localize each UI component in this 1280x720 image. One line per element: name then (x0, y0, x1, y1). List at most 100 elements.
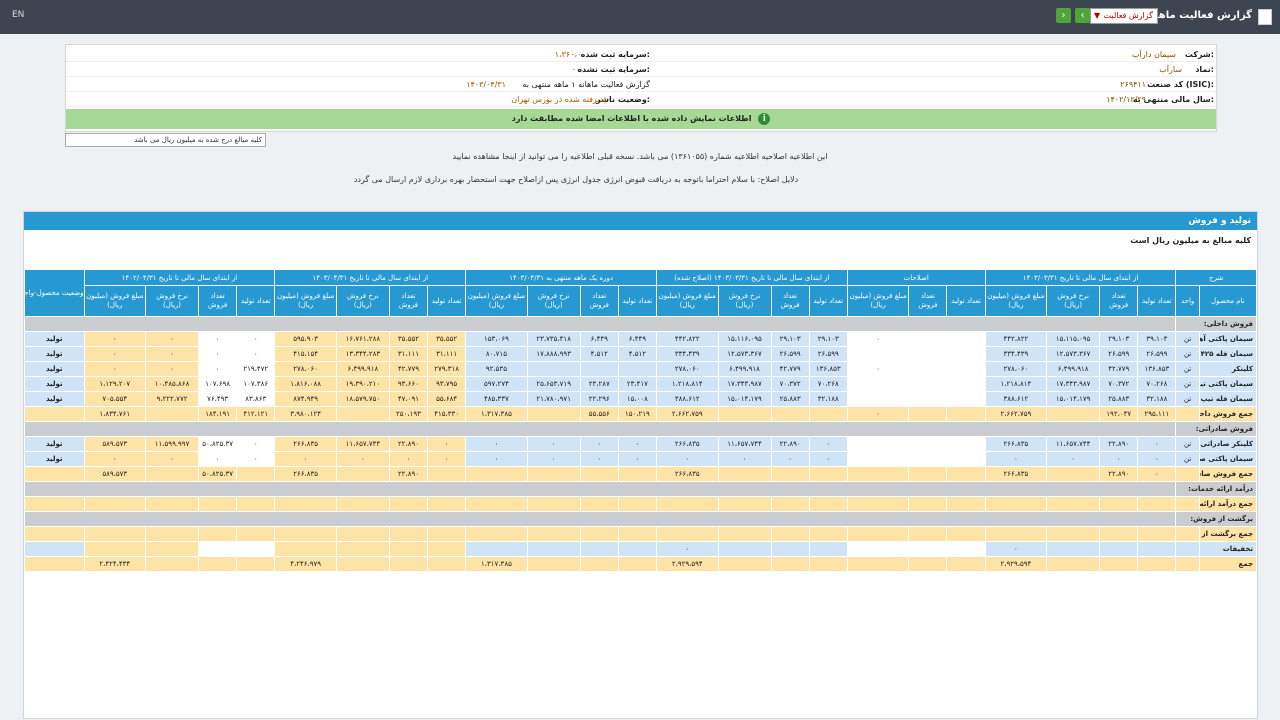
table-cell: ۰ (808, 451, 848, 467)
table-cell (717, 541, 772, 557)
column-header: تعداد تولید (617, 285, 657, 317)
column-header: تعداد تولید (236, 285, 276, 317)
table-cell: ۰ (617, 451, 657, 467)
amendment-note[interactable]: این اطلاعیه اصلاحیه اطلاعیه شماره (۱۳۶۱۰… (290, 152, 990, 161)
table-cell: ۱۷،۸۸۸،۹۹۳ (526, 346, 581, 362)
table-cell: ۱۰،۴۸۵،۸۶۸ (145, 376, 200, 392)
column-header: نرخ فروش (ریال) (1046, 285, 1101, 317)
table-cell (908, 466, 948, 482)
table-cell: ۴۷،۰۹۱ (388, 391, 429, 407)
group-header: از ابتدای سال مالی تا تاریخ ۱۴۰۲/۰۴/۳۱ (83, 269, 276, 286)
company-value[interactable]: سیمان دارآب (1132, 50, 1176, 59)
language-toggle[interactable]: EN (12, 10, 24, 20)
table-cell: ۲۲،۸۹۰ (388, 436, 429, 452)
table-cell: تولید (24, 391, 85, 407)
table-cell (24, 541, 85, 557)
row-label: تخفیفات (1198, 541, 1258, 557)
table-cell (579, 556, 619, 572)
table-cell (908, 331, 948, 347)
table-cell: ۰ (236, 346, 276, 362)
column-header: نرخ فروش (ریال) (526, 285, 581, 317)
symbol-value[interactable]: سارآب (1159, 65, 1182, 74)
table-row: سیمان پاکتی آهکیتن۳۹،۱۰۳۲۹،۱۰۳۱۵،۱۱۵،۰۹۵… (24, 331, 1258, 347)
table-cell: ۳۲،۱۸۸ (808, 391, 848, 407)
table-cell: تن (1175, 376, 1200, 392)
table-cell (388, 541, 429, 557)
table-cell: ۰ (1099, 451, 1139, 467)
table-cell: تولید (24, 331, 85, 347)
table-cell: ۵۹۷،۲۷۴ (465, 376, 528, 392)
table-cell: ۰ (236, 451, 276, 467)
table-cell: ۰ (579, 451, 619, 467)
table-cell (808, 466, 848, 482)
table-cell: ۱،۳۱۷،۳۸۵ (465, 556, 528, 572)
table-cell: ۰ (465, 436, 528, 452)
row-label: جمع فروش داخلی (1198, 406, 1258, 422)
table-cell: ۲،۴۲۴،۴۳۴ (83, 556, 147, 572)
table-cell: ۲۱۹،۴۷۲ (236, 361, 276, 377)
table-cell: ۰ (526, 436, 581, 452)
table-cell (908, 436, 948, 452)
table-cell: ۵۸۹،۵۷۳ (83, 466, 147, 482)
table-cell (770, 496, 810, 512)
table-cell: ۲۲،۸۹۰ (1099, 436, 1139, 452)
table-cell (908, 541, 948, 557)
table-cell: ۲۹،۱۰۳ (1099, 331, 1139, 347)
table-cell: ۴،۵۱۲ (617, 346, 657, 362)
table-cell (579, 496, 619, 512)
table-cell (274, 541, 337, 557)
table-cell (908, 526, 948, 542)
table-row: کلینکر صادراتی تن ۰ ۲۲،۸۹۰ ۱۱،۶۵۷،۷۴۴ ۲۶۶،۸۳۵… (24, 436, 1258, 452)
table-cell (579, 361, 619, 377)
table-cell (808, 556, 848, 572)
table-cell: ۲۶۶،۸۳۵ (274, 436, 337, 452)
table-cell (617, 526, 657, 542)
table-cell (335, 406, 390, 422)
column-header: نرخ فروش (ریال) (145, 285, 200, 317)
table-cell: تن (1175, 331, 1200, 347)
table-cell: ۰ (808, 436, 848, 452)
table-cell (946, 436, 986, 452)
table-cell (908, 361, 948, 377)
prev-button[interactable]: ‹ (1075, 8, 1090, 23)
table-cell: ۰ (427, 436, 467, 452)
table-cell: ۰ (388, 451, 429, 467)
table-cell (808, 496, 848, 512)
column-header: تعداد تولید (1137, 285, 1177, 317)
table-cell (83, 496, 147, 512)
table-cell: ۱۳۶،۸۵۳ (808, 361, 848, 377)
capital-value: ۱،۳۶۰،۰۰۰ (554, 50, 590, 59)
report-type-select[interactable]: ▼ گزارش فعالیت (1090, 8, 1158, 24)
table-cell: ۵۰،۸۲۵.۳۷ (198, 466, 238, 482)
table-cell: ۲۲،۸۹۰ (1099, 466, 1139, 482)
table-cell: ۱۵،۱۱۶،۰۹۵ (717, 331, 772, 347)
row-label: جمع برگشت از فروش (1198, 526, 1258, 542)
table-cell (526, 526, 581, 542)
section-row: فروش صادراتی: (23, 421, 1257, 437)
table-cell (236, 541, 276, 557)
fiscal-year-value: ۱۴۰۲/۱۲/۲۹ (1106, 95, 1146, 104)
table-row: سیمان پاکتی تیپ ۲تن۷۰،۲۶۸۷۰،۳۷۲۱۷،۳۴۳،۹۸… (24, 376, 1258, 392)
column-header: مبلغ فروش (میلیون ریال) (83, 285, 147, 317)
table-cell (198, 556, 238, 572)
table-cell: ۱۳،۳۴۴،۲۸۳ (335, 346, 390, 362)
table-cell (908, 406, 948, 422)
table-cell: ۲۳،۲۸۷ (579, 376, 619, 392)
table-cell: ۷۰،۳۷۲ (770, 376, 810, 392)
amount-unit-field[interactable]: کلیه مبالغ درج شده به میلیون ریال می باش… (65, 133, 266, 147)
table-cell (427, 466, 467, 482)
table-cell: ۰ (617, 436, 657, 452)
table-cell: ۲۵،۸۸۳ (1099, 391, 1139, 407)
next-button[interactable]: › (1056, 8, 1071, 23)
table-cell: ۰ (145, 451, 200, 467)
table-cell (1175, 496, 1200, 512)
table-cell: ۳،۹۸۰،۱۲۴ (274, 406, 337, 422)
row-label: درآمد ارائه خدمات: (1175, 481, 1257, 497)
column-header: نرخ فروش (ریال) (335, 285, 390, 317)
table-cell: ۰ (846, 331, 910, 347)
table-cell: ۲۹۵،۱۱۱ (1137, 406, 1177, 422)
column-header: نام محصول (1198, 285, 1258, 317)
row-label: جمع فروش صادراتی (1198, 466, 1258, 482)
table-cell (946, 526, 986, 542)
table-cell: ۴۲،۷۷۹ (388, 361, 429, 377)
